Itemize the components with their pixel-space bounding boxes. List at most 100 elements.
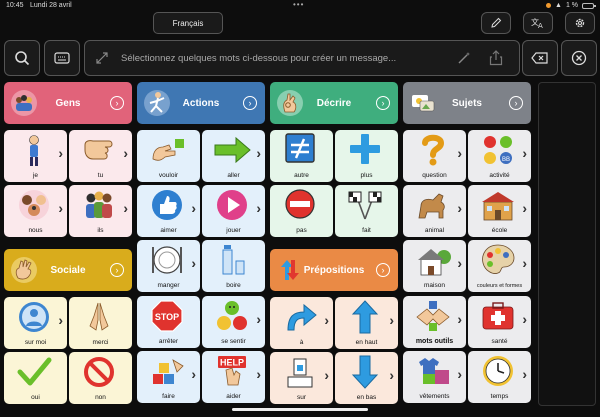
tile-label: temps: [490, 393, 509, 400]
battery-percent: 1 %: [565, 2, 578, 9]
translate-button[interactable]: 文A: [523, 12, 553, 34]
tile-non[interactable]: non: [69, 352, 132, 404]
activity-icons-icon: BB: [484, 136, 512, 164]
tile-label: vouloir: [158, 172, 179, 179]
tile-animal[interactable]: › animal: [403, 185, 466, 237]
tile-temps[interactable]: › temps: [468, 351, 531, 403]
magic-wand-icon[interactable]: [457, 51, 471, 65]
tile-ecole[interactable]: › école: [468, 185, 531, 237]
wifi-icon: ▲: [555, 2, 562, 9]
tile-en-haut[interactable]: › en haut: [335, 297, 398, 349]
svg-text:A: A: [538, 22, 543, 29]
checkmark-icon: [17, 357, 52, 386]
tile-oui[interactable]: oui: [4, 352, 67, 404]
chevron-right-icon: ›: [191, 200, 196, 216]
water-bottle-icon: [222, 245, 245, 275]
category-sociale[interactable]: Sociale ›: [4, 249, 132, 291]
tile-aimer[interactable]: › aimer: [137, 185, 200, 237]
tile-ils[interactable]: › ils: [69, 185, 132, 237]
tile-tu[interactable]: › tu: [69, 130, 132, 182]
chevron-right-icon: ›: [389, 312, 394, 328]
feelings-faces-icon: [217, 301, 247, 330]
tile-nous[interactable]: › nous: [4, 185, 67, 237]
tile-plus[interactable]: plus: [335, 130, 398, 182]
clear-button[interactable]: [561, 40, 597, 76]
checkered-flags-icon: [348, 191, 382, 220]
tile-manger[interactable]: › manger: [137, 240, 200, 292]
multitask-dots[interactable]: •••: [293, 0, 304, 9]
group-us-icon: [19, 190, 49, 220]
pencil-icon: [491, 17, 502, 28]
backspace-button[interactable]: [522, 40, 558, 76]
tile-activite[interactable]: BB › activité: [468, 130, 531, 182]
arrow-right-icon: ›: [509, 96, 523, 110]
search-icon: [15, 51, 30, 66]
chevron-right-icon: ›: [457, 366, 462, 382]
keyboard-button[interactable]: [44, 40, 80, 76]
plus-icon: [350, 134, 380, 164]
chevron-right-icon: ›: [58, 200, 63, 216]
message-bar[interactable]: Sélectionnez quelques mots ci-dessous po…: [84, 40, 520, 76]
translate-icon: 文A: [531, 17, 543, 29]
expand-icon[interactable]: [95, 51, 109, 65]
tile-label: se sentir: [221, 338, 246, 345]
tile-label: merci: [92, 339, 109, 346]
category-decrire[interactable]: Décrire ›: [270, 82, 398, 124]
svg-text:BB: BB: [502, 157, 510, 163]
tile-question[interactable]: › question: [403, 130, 466, 182]
language-button[interactable]: Français: [153, 12, 223, 34]
backspace-icon: [531, 52, 548, 64]
arrow-right-icon: ›: [110, 263, 124, 277]
category-sujets[interactable]: Sujets ›: [403, 82, 531, 124]
mic-indicator-icon: [546, 3, 551, 8]
gear-icon: [575, 18, 585, 28]
tile-faire[interactable]: › faire: [137, 351, 200, 403]
clear-icon: [571, 50, 587, 66]
share-icon[interactable]: [489, 50, 503, 66]
tile-je[interactable]: › je: [4, 130, 67, 182]
category-actions[interactable]: Actions ›: [137, 82, 265, 124]
tile-sur-moi[interactable]: › sur moi: [4, 297, 67, 349]
tile-vouloir[interactable]: vouloir: [137, 130, 200, 182]
chevron-right-icon: ›: [457, 200, 462, 216]
side-panel: [538, 82, 596, 406]
tile-fait[interactable]: fait: [335, 185, 398, 237]
status-bar: 10:45 Lundi 28 avril ••• ▲ 1 %: [0, 0, 600, 12]
arrow-right-icon: ›: [243, 96, 257, 110]
home-indicator[interactable]: [232, 408, 368, 411]
tile-sur[interactable]: › sur: [270, 352, 333, 404]
tile-vetements[interactable]: › vêtements: [403, 351, 466, 403]
tile-a[interactable]: › à: [270, 297, 333, 349]
tile-boire[interactable]: boire: [202, 240, 265, 292]
tile-label: nous: [28, 227, 43, 234]
group-them-icon: [86, 191, 112, 218]
settings-button[interactable]: [565, 12, 595, 34]
tile-couleurs-et-formes[interactable]: › couleurs et formes: [468, 240, 531, 292]
palette-icon: [482, 244, 515, 274]
tile-label: activité: [489, 172, 510, 179]
category-gens[interactable]: Gens ›: [4, 82, 132, 124]
chevron-right-icon: ›: [256, 311, 261, 327]
down-arrow-icon: [351, 355, 379, 389]
tile-merci[interactable]: merci: [69, 297, 132, 349]
battery-icon: [582, 2, 596, 9]
tile-aider[interactable]: HELP › aider: [202, 351, 265, 403]
category-prepositions[interactable]: Prépositions ›: [270, 249, 398, 291]
tile-mots-outils[interactable]: › mots outils: [403, 296, 466, 348]
thumbs-up-icon: [152, 190, 182, 220]
tile-autre[interactable]: autre: [270, 130, 333, 182]
search-button[interactable]: [4, 40, 40, 76]
tile-en-bas[interactable]: › en bas: [335, 352, 398, 404]
tile-pas[interactable]: pas: [270, 185, 333, 237]
up-arrow-icon: [351, 300, 379, 334]
house-icon: [418, 249, 451, 276]
tile-se-sentir[interactable]: › se sentir: [202, 296, 265, 348]
tile-aller[interactable]: › aller: [202, 130, 265, 182]
tile-sante[interactable]: › santé: [468, 296, 531, 348]
chevron-right-icon: ›: [123, 200, 128, 216]
pencil-button[interactable]: [481, 12, 511, 34]
tile-arreter[interactable]: STOP arrêter: [137, 296, 200, 348]
tile-jouer[interactable]: › jouer: [202, 185, 265, 237]
tile-maison[interactable]: › maison: [403, 240, 466, 292]
about-me-icon: [19, 302, 49, 332]
